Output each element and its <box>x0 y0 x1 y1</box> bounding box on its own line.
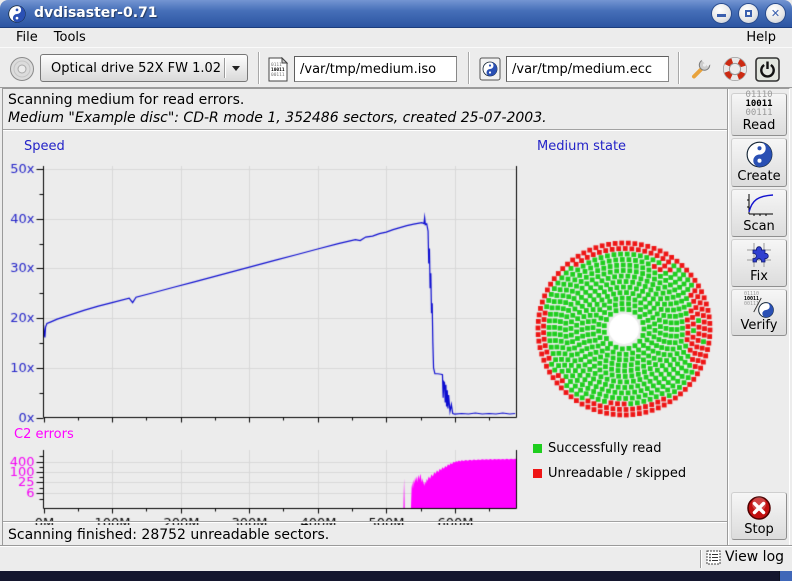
ecc-file-input[interactable] <box>506 56 669 82</box>
close-icon: ✕ <box>771 8 780 19</box>
close-button[interactable]: ✕ <box>766 4 785 23</box>
legend-swatch-green <box>533 444 542 453</box>
iso-image-icon: 0111 10011 00111 <box>267 55 289 83</box>
scan-button-label: Scan <box>743 219 775 234</box>
optical-disc-icon <box>9 56 35 82</box>
toolbar-separator <box>678 52 680 84</box>
horizontal-separator <box>3 129 727 131</box>
legend-item-unreadable: Unreadable / skipped <box>533 466 686 481</box>
stop-button[interactable]: Stop <box>731 492 787 540</box>
stop-button-label: Stop <box>744 522 774 537</box>
maximize-icon <box>745 10 752 17</box>
window-bottom-edge <box>0 571 792 581</box>
digits-yinyang-icon: 011101001100111 <box>732 290 786 318</box>
preferences-button[interactable] <box>687 56 713 82</box>
speed-curve-icon <box>732 190 786 219</box>
medium-state-title: Medium state <box>537 139 626 154</box>
menu-file[interactable]: File <box>8 29 46 46</box>
lifesaver-icon <box>722 56 748 82</box>
window-title: dvdisaster-0.71 <box>34 5 158 21</box>
log-list-icon <box>706 550 721 565</box>
legend-item-read: Successfully read <box>533 441 661 456</box>
sidebar-separator <box>727 89 729 545</box>
scan-result-status: Scanning finished: 28752 unreadable sect… <box>8 527 329 543</box>
menu-help[interactable]: Help <box>738 29 784 46</box>
toolbar-separator <box>258 52 260 84</box>
create-button-label: Create <box>737 169 780 184</box>
view-log-label: View log <box>725 549 784 565</box>
verify-button[interactable]: 011101001100111 Verify <box>731 289 787 336</box>
menu-tools[interactable]: Tools <box>46 29 94 46</box>
yin-yang-icon <box>732 139 786 169</box>
dvdisaster-window: dvdisaster-0.71 ✕ File Tools Help Optica… <box>0 0 792 581</box>
read-button[interactable]: 011101001100111 Read <box>731 93 787 136</box>
binary-digits-icon: 011101001100111 <box>732 91 786 118</box>
app-yinyang-icon <box>8 5 26 23</box>
maximize-button[interactable] <box>739 4 758 23</box>
puzzle-piece-icon <box>732 240 786 269</box>
power-icon <box>755 57 780 82</box>
resize-grip[interactable] <box>779 571 792 581</box>
legend-swatch-red <box>533 469 542 478</box>
svg-text:00111: 00111 <box>271 72 285 78</box>
view-log-button[interactable]: View log <box>706 549 784 565</box>
speed-and-c2-chart-canvas <box>0 133 530 525</box>
wrench-icon <box>688 57 712 81</box>
status-line-2: Medium "Example disc": CD-R mode 1, 3524… <box>8 110 547 126</box>
status-line-1: Scanning medium for read errors. <box>8 92 244 108</box>
legend-label-read: Successfully read <box>548 441 661 456</box>
toolbar-separator <box>468 52 470 84</box>
menu-bar: File Tools Help <box>0 28 792 47</box>
minimize-button[interactable] <box>712 4 731 23</box>
drive-select-button[interactable] <box>8 55 36 83</box>
scan-button[interactable]: Scan <box>731 189 787 237</box>
read-button-label: Read <box>743 118 776 133</box>
statusbar-separator <box>700 550 702 568</box>
minimize-icon <box>717 14 726 17</box>
create-button[interactable]: Create <box>731 138 787 187</box>
chevron-down-icon <box>225 66 247 71</box>
status-bar: View log <box>0 546 792 571</box>
drive-selector-value: Optical drive 52X FW 1.02 <box>41 61 224 76</box>
quit-button[interactable] <box>754 56 780 82</box>
stop-icon <box>732 493 786 522</box>
drive-selector[interactable]: Optical drive 52X FW 1.02 <box>40 54 248 82</box>
legend-label-unreadable: Unreadable / skipped <box>548 466 686 481</box>
horizontal-separator <box>3 521 727 523</box>
title-bar[interactable]: dvdisaster-0.71 ✕ <box>0 0 792 28</box>
verify-button-label: Verify <box>741 318 778 333</box>
medium-state-disc-canvas <box>524 228 724 428</box>
fix-button[interactable]: Fix <box>731 239 787 287</box>
image-file-input[interactable] <box>294 56 457 82</box>
ecc-file-icon <box>478 55 502 83</box>
help-button[interactable] <box>721 55 749 83</box>
toolbar: Optical drive 52X FW 1.02 0111 10011 001… <box>0 47 792 88</box>
fix-button-label: Fix <box>750 269 768 284</box>
